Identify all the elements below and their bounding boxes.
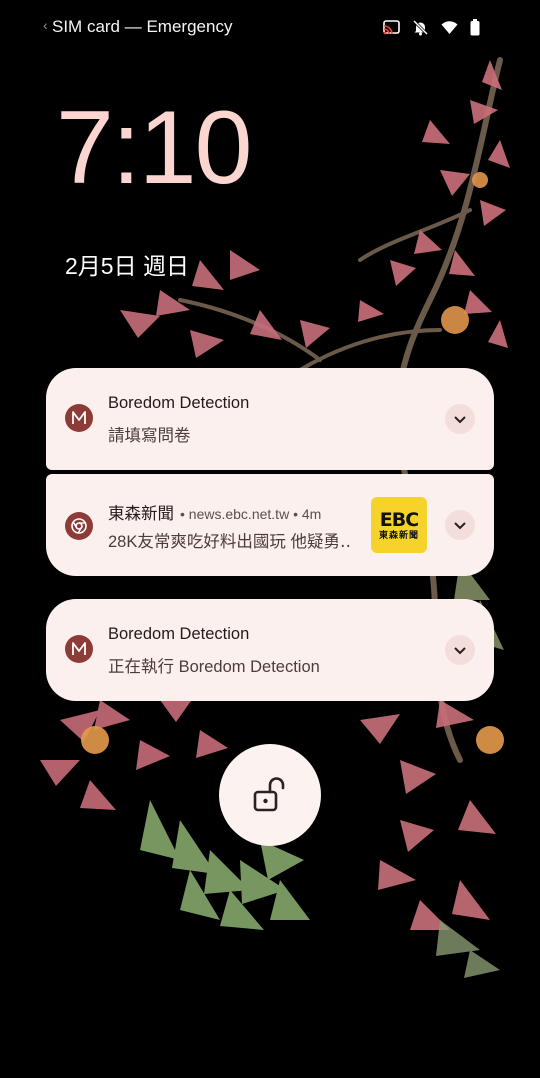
chevron-down-icon	[454, 647, 466, 655]
notification-news[interactable]: 東森新聞 • news.ebc.net.tw • 4m 28K友常爽吃好料出國玩 …	[46, 474, 494, 576]
notification-boredom-running[interactable]: Boredom Detection 正在執行 Boredom Detection	[46, 599, 494, 701]
carrier-text: SIM card — Emergency	[43, 17, 232, 37]
chevron-down-icon	[454, 522, 466, 530]
wifi-icon	[441, 19, 458, 36]
notification-app-name: 東森新聞	[108, 505, 174, 523]
bell-off-icon	[412, 19, 429, 36]
news-thumbnail: EBC 東森新聞	[371, 497, 427, 553]
battery-icon	[470, 19, 480, 36]
unlock-button[interactable]	[219, 744, 321, 846]
notification-body: 請填寫問卷	[108, 427, 191, 445]
notification-body: 28K友常爽吃好料出國玩 他疑勇‥	[108, 533, 351, 551]
cast-icon	[383, 19, 400, 36]
expand-button[interactable]	[445, 510, 475, 540]
chevron-down-icon	[454, 416, 466, 424]
lockscreen-clock: 7:10	[56, 90, 252, 206]
notification-title: Boredom Detection	[108, 625, 250, 643]
status-icons	[383, 19, 480, 36]
notification-meta: • news.ebc.net.tw • 4m	[180, 506, 322, 522]
expand-button[interactable]	[445, 404, 475, 434]
status-bar: SIM card — Emergency	[0, 0, 540, 56]
boredom-detection-icon	[65, 635, 93, 663]
lockscreen-date: 2月5日 週日	[65, 253, 189, 279]
chrome-icon	[65, 512, 93, 540]
ebc-logo: EBC	[379, 508, 419, 531]
notification-title: Boredom Detection	[108, 394, 250, 412]
notification-boredom-survey[interactable]: Boredom Detection 請填寫問卷	[46, 368, 494, 470]
boredom-detection-icon	[65, 404, 93, 432]
notification-title: 東森新聞 • news.ebc.net.tw • 4m	[108, 500, 321, 524]
unlock-icon	[253, 777, 285, 812]
notification-body: 正在執行 Boredom Detection	[108, 658, 320, 676]
expand-button[interactable]	[445, 635, 475, 665]
ebc-logo-caption: 東森新聞	[378, 529, 419, 540]
